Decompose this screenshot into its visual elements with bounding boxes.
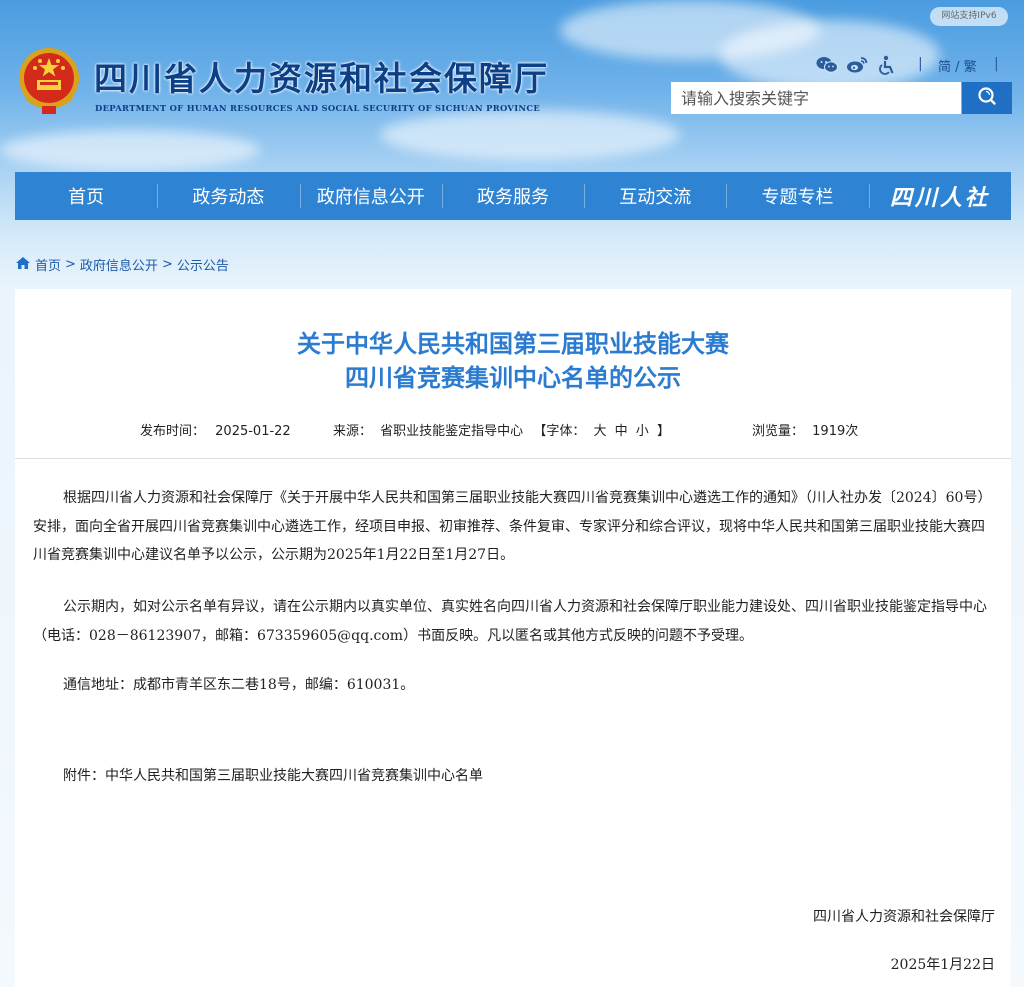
- paragraph-address: 通信地址：成都市青羊区东二巷18号，邮编：610031。: [63, 677, 415, 693]
- breadcrumb-gov-info[interactable]: 政府信息公开: [80, 255, 158, 274]
- source-label: 来源：: [333, 424, 373, 439]
- site-subtitle: DEPARTMENT OF HUMAN RESOURCES AND SOCIAL…: [95, 103, 541, 113]
- breadcrumb-announcements[interactable]: 公示公告: [177, 255, 229, 274]
- home-icon: [15, 256, 31, 274]
- attachment-link[interactable]: 附件：中华人民共和国第三届职业技能大赛四川省竞赛集训中心名单: [33, 762, 995, 791]
- view-count: 浏览量： 1919次: [752, 420, 858, 439]
- wechat-icon[interactable]: [816, 54, 838, 76]
- article-container: 关于中华人民共和国第三届职业技能大赛 四川省竞赛集训中心名单的公示 发布时间： …: [15, 289, 1011, 987]
- site-title: 四川省人力资源和社会保障厅: [94, 59, 549, 98]
- font-medium-link[interactable]: 中: [615, 424, 628, 439]
- breadcrumb: 首页 > 政府信息公开 > 公示公告: [15, 255, 229, 274]
- nav-item-interaction[interactable]: 互动交流: [584, 172, 726, 220]
- source-value: 省职业技能鉴定指导中心: [380, 424, 524, 439]
- search-input[interactable]: [671, 82, 961, 114]
- article-title: 关于中华人民共和国第三届职业技能大赛 四川省竞赛集训中心名单的公示: [15, 327, 1011, 395]
- font-size-label-close: 】: [656, 424, 670, 439]
- accessibility-icon[interactable]: [876, 54, 898, 76]
- ipv6-badge: 网站支持IPv6: [930, 7, 1008, 26]
- sichuan-hrss-logo[interactable]: 四川人社: [868, 172, 1011, 220]
- breadcrumb-home[interactable]: 首页: [35, 255, 61, 274]
- site-header: 四川省人力资源和社会保障厅 DEPARTMENT OF HUMAN RESOUR…: [0, 0, 1024, 170]
- signature-date: 2025年1月22日: [890, 957, 995, 973]
- publish-time-label: 发布时间：: [140, 424, 206, 439]
- paragraph-notice: 根据四川省人力资源和社会保障厅《关于开展中华人民共和国第三届职业技能大赛四川省竞…: [33, 490, 992, 563]
- nav-item-topics[interactable]: 专题专栏: [726, 172, 868, 220]
- signature-org: 四川省人力资源和社会保障厅: [813, 909, 995, 925]
- nav-item-services[interactable]: 政务服务: [441, 172, 584, 220]
- article-title-line1: 关于中华人民共和国第三届职业技能大赛: [297, 330, 729, 358]
- nav-item-news[interactable]: 政务动态: [157, 172, 299, 220]
- separator: |: [918, 56, 923, 72]
- separator: |: [994, 56, 999, 72]
- lang-separator: /: [955, 60, 960, 75]
- nav-item-gov-info[interactable]: 政府信息公开: [299, 172, 442, 220]
- font-large-link[interactable]: 大: [593, 424, 606, 439]
- views-value: 1919次: [812, 424, 859, 439]
- article-source: 来源： 省职业技能鉴定指导中心 【字体： 大 中 小 】: [333, 420, 670, 439]
- nav-item-home[interactable]: 首页: [15, 172, 157, 220]
- breadcrumb-separator: >: [161, 257, 173, 272]
- language-switcher: 简 / 繁: [938, 56, 977, 75]
- publish-date: 2025-01-22: [215, 424, 291, 439]
- weibo-icon[interactable]: [846, 54, 868, 76]
- views-label: 浏览量：: [752, 424, 805, 439]
- breadcrumb-separator: >: [65, 257, 76, 272]
- national-emblem-icon: [16, 44, 82, 118]
- divider: [15, 458, 1011, 459]
- lang-simplified-link[interactable]: 简: [938, 60, 951, 75]
- search-button[interactable]: [962, 82, 1012, 114]
- article-meta: 发布时间： 2025-01-22 来源： 省职业技能鉴定指导中心 【字体： 大 …: [15, 420, 1011, 439]
- article-title-line2: 四川省竞赛集训中心名单的公示: [345, 364, 681, 392]
- publish-time: 发布时间： 2025-01-22: [140, 420, 291, 439]
- header-tool-icons: [816, 54, 898, 76]
- main-navigation: 首页 政务动态 政府信息公开 政务服务 互动交流 专题专栏 四川人社: [15, 172, 1011, 220]
- lang-traditional-link[interactable]: 繁: [964, 60, 977, 75]
- paragraph-objection: 公示期内，如对公示名单有异议，请在公示期内以真实单位、真实姓名向四川省人力资源和…: [33, 599, 987, 644]
- font-size-label: 【字体：: [533, 424, 586, 439]
- font-small-link[interactable]: 小: [636, 424, 649, 439]
- search-icon: [977, 86, 997, 110]
